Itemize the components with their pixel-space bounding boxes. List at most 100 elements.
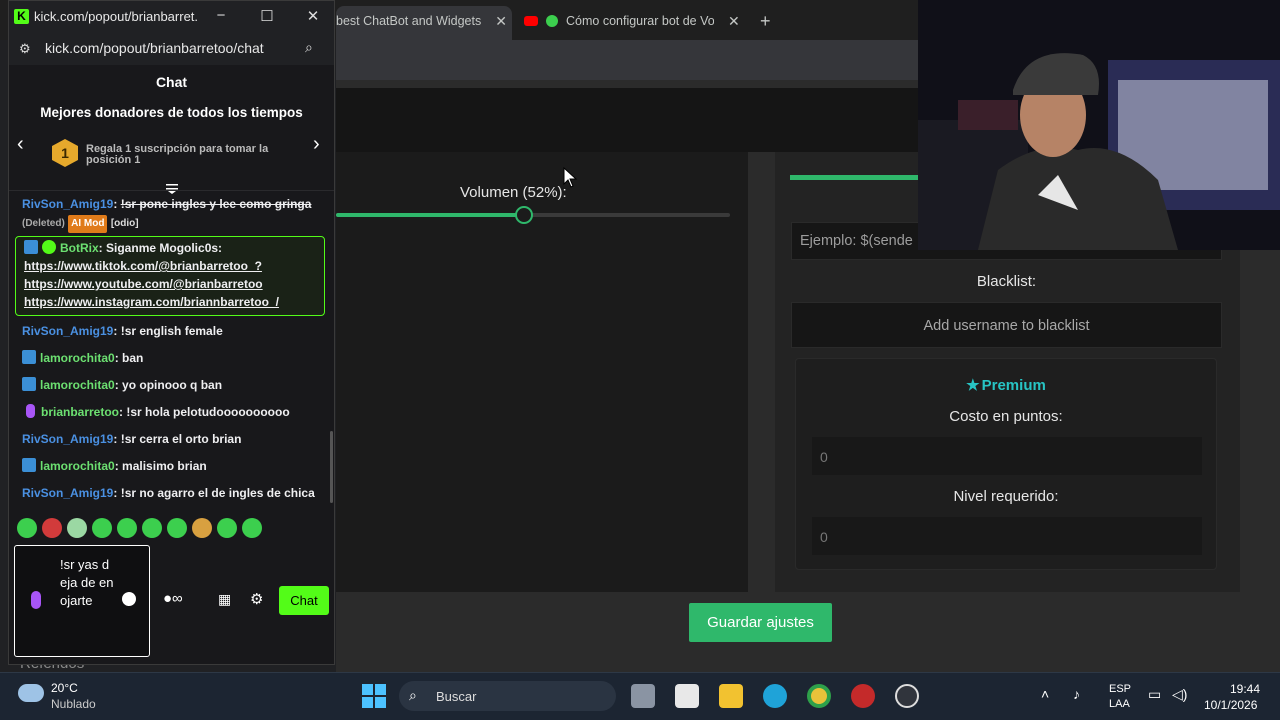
tab-favicon bbox=[546, 15, 558, 27]
search-icon: ⌕ bbox=[409, 687, 417, 703]
save-button[interactable]: Guardar ajustes bbox=[689, 603, 832, 642]
windows-start-icon[interactable] bbox=[362, 684, 386, 708]
network-icon[interactable]: ▭ bbox=[1148, 686, 1161, 703]
chat-username[interactable]: lamorochita0 bbox=[40, 378, 115, 392]
notepad-icon[interactable] bbox=[675, 684, 699, 708]
collapse-icon[interactable] bbox=[165, 183, 179, 195]
message-text: Siganme Mogolic0s: bbox=[106, 241, 223, 255]
maximize-icon[interactable]: ☐ bbox=[257, 7, 277, 25]
chat-username[interactable]: RivSon_Amig19 bbox=[22, 486, 113, 500]
message-link[interactable]: https://www.youtube.com/@brianbarretoo bbox=[24, 277, 263, 291]
message-text: malisimo brian bbox=[122, 459, 207, 473]
cost-input[interactable]: 0 bbox=[812, 437, 1202, 475]
chat-scrollbar[interactable] bbox=[330, 431, 333, 503]
level-label: Nivel requerido: bbox=[953, 488, 1059, 505]
emote-icon[interactable] bbox=[167, 518, 187, 538]
clock-time[interactable]: 19:44 bbox=[1230, 682, 1260, 696]
rank-badge: 1 bbox=[52, 139, 78, 167]
emote-icon[interactable] bbox=[192, 518, 212, 538]
obs-icon[interactable] bbox=[895, 684, 919, 708]
chat-username[interactable]: RivSon_Amig19 bbox=[22, 324, 113, 338]
emote-icon[interactable] bbox=[17, 518, 37, 538]
task-view-icon[interactable] bbox=[631, 684, 655, 708]
webcam-overlay bbox=[918, 0, 1280, 250]
level-input[interactable]: 0 bbox=[812, 517, 1202, 555]
chat-message: RivSon_Amig19: !sr english female bbox=[22, 324, 223, 338]
moderator-icon bbox=[22, 377, 36, 391]
kick-logo-icon: K bbox=[14, 9, 29, 24]
moderator-icon bbox=[22, 458, 36, 472]
volume-icon[interactable]: ◁) bbox=[1172, 686, 1187, 703]
chrome-icon[interactable] bbox=[807, 684, 831, 708]
clock-date[interactable]: 10/1/2026 bbox=[1204, 698, 1257, 712]
message-text: !sr cerra el orto brian bbox=[120, 432, 242, 446]
volume-slider-handle[interactable] bbox=[515, 206, 533, 224]
emote-icon[interactable] bbox=[67, 518, 87, 538]
emote-icon[interactable] bbox=[142, 518, 162, 538]
broadcaster-icon bbox=[26, 404, 35, 418]
close-icon[interactable]: ✕ bbox=[495, 13, 507, 30]
popout-urlbar[interactable]: ⚙ kick.com/popout/brianbarretoo/chat ⌕ bbox=[9, 33, 334, 65]
blacklist-input[interactable]: Add username to blacklist bbox=[791, 302, 1222, 348]
keyboard-layout[interactable]: LAA bbox=[1109, 698, 1130, 710]
message-text: !sr hola pelotudoooooooooo bbox=[126, 405, 290, 419]
close-icon[interactable]: ✕ bbox=[728, 13, 740, 30]
chat-username[interactable]: RivSon_Amig19 bbox=[22, 197, 113, 211]
blacklist-label: Blacklist: bbox=[976, 273, 1037, 290]
message-text: ban bbox=[122, 351, 144, 365]
tab-youtube[interactable]: Cómo configurar bot de Vo ✕ bbox=[524, 6, 740, 36]
volume-label: Volumen (52%): bbox=[460, 184, 567, 201]
cloud-icon[interactable] bbox=[18, 684, 44, 702]
message-link[interactable]: https://www.instagram.com/briannbarretoo… bbox=[24, 295, 279, 309]
chat-message: lamorochita0: malisimo brian bbox=[22, 457, 322, 475]
chat-send-button[interactable]: Chat bbox=[279, 586, 329, 615]
close-icon[interactable]: ✕ bbox=[303, 7, 323, 25]
chevron-right-icon[interactable]: › bbox=[313, 133, 320, 156]
chat-header: Chat bbox=[155, 74, 188, 90]
site-settings-icon[interactable]: ⚙ bbox=[19, 41, 31, 57]
emote-icon[interactable] bbox=[217, 518, 237, 538]
gear-icon[interactable]: ⚙ bbox=[250, 590, 263, 608]
file-explorer-icon[interactable] bbox=[719, 684, 743, 708]
tab-chatbot[interactable]: best ChatBot and Widgets ✕ bbox=[336, 6, 507, 36]
gift-text: Regala 1 suscripción para tomar la posic… bbox=[86, 143, 269, 166]
store-icon[interactable]: ▦ bbox=[218, 591, 231, 608]
tab-label: Cómo configurar bot de Vo bbox=[566, 14, 714, 28]
edge-icon[interactable] bbox=[763, 684, 787, 708]
chat-username[interactable]: RivSon_Amig19 bbox=[22, 432, 113, 446]
chat-username[interactable]: lamorochita0 bbox=[40, 459, 115, 473]
emoji-icon[interactable] bbox=[122, 592, 136, 606]
mod-reason: [odio] bbox=[110, 218, 139, 229]
chat-message: BotRix: Siganme Mogolic0s: https://www.t… bbox=[24, 240, 279, 309]
emote-icon[interactable] bbox=[92, 518, 112, 538]
emote-icon[interactable] bbox=[117, 518, 137, 538]
url-text: kick.com/popout/brianbarretoo/chat bbox=[45, 40, 264, 56]
emote-row bbox=[17, 518, 317, 540]
weather-description: Nublado bbox=[51, 697, 96, 711]
chat-message: RivSon_Amig19: !sr cerra el orto brian bbox=[22, 432, 242, 446]
chat-username[interactable]: brianbarretoo bbox=[41, 405, 119, 419]
donors-title: Mejores donadores de todos los tiempos bbox=[40, 105, 303, 120]
message-link[interactable]: https://www.tiktok.com/@brianbarretoo_? bbox=[24, 259, 262, 273]
youtube-icon bbox=[524, 16, 538, 26]
emote-icon[interactable] bbox=[242, 518, 262, 538]
microphone-tray-icon[interactable]: ♪ bbox=[1073, 686, 1080, 702]
chevron-up-icon[interactable]: ˄ bbox=[1041, 686, 1049, 702]
emote-icon[interactable] bbox=[42, 518, 62, 538]
channel-points-icon[interactable]: ●∞ bbox=[163, 590, 183, 607]
taskbar-search[interactable]: ⌕ bbox=[399, 681, 616, 711]
chat-input-text[interactable]: !sr yas deja de enojarte bbox=[60, 556, 116, 610]
app-icon[interactable] bbox=[851, 684, 875, 708]
chat-username[interactable]: BotRix bbox=[60, 241, 99, 255]
chevron-left-icon[interactable]: ‹ bbox=[17, 133, 24, 156]
microphone-icon[interactable] bbox=[31, 591, 41, 609]
volume-card bbox=[336, 152, 748, 592]
minimize-icon[interactable]: − bbox=[211, 7, 231, 24]
zoom-icon[interactable]: ⌕ bbox=[305, 39, 313, 56]
message-text: !sr english female bbox=[120, 324, 223, 338]
chat-message: brianbarretoo: !sr hola pelotudooooooooo… bbox=[22, 403, 322, 421]
premium-label: Premium bbox=[981, 377, 1046, 394]
new-tab-button[interactable]: + bbox=[760, 6, 771, 36]
chat-username[interactable]: lamorochita0 bbox=[40, 351, 115, 365]
language-code[interactable]: ESP bbox=[1109, 683, 1131, 695]
